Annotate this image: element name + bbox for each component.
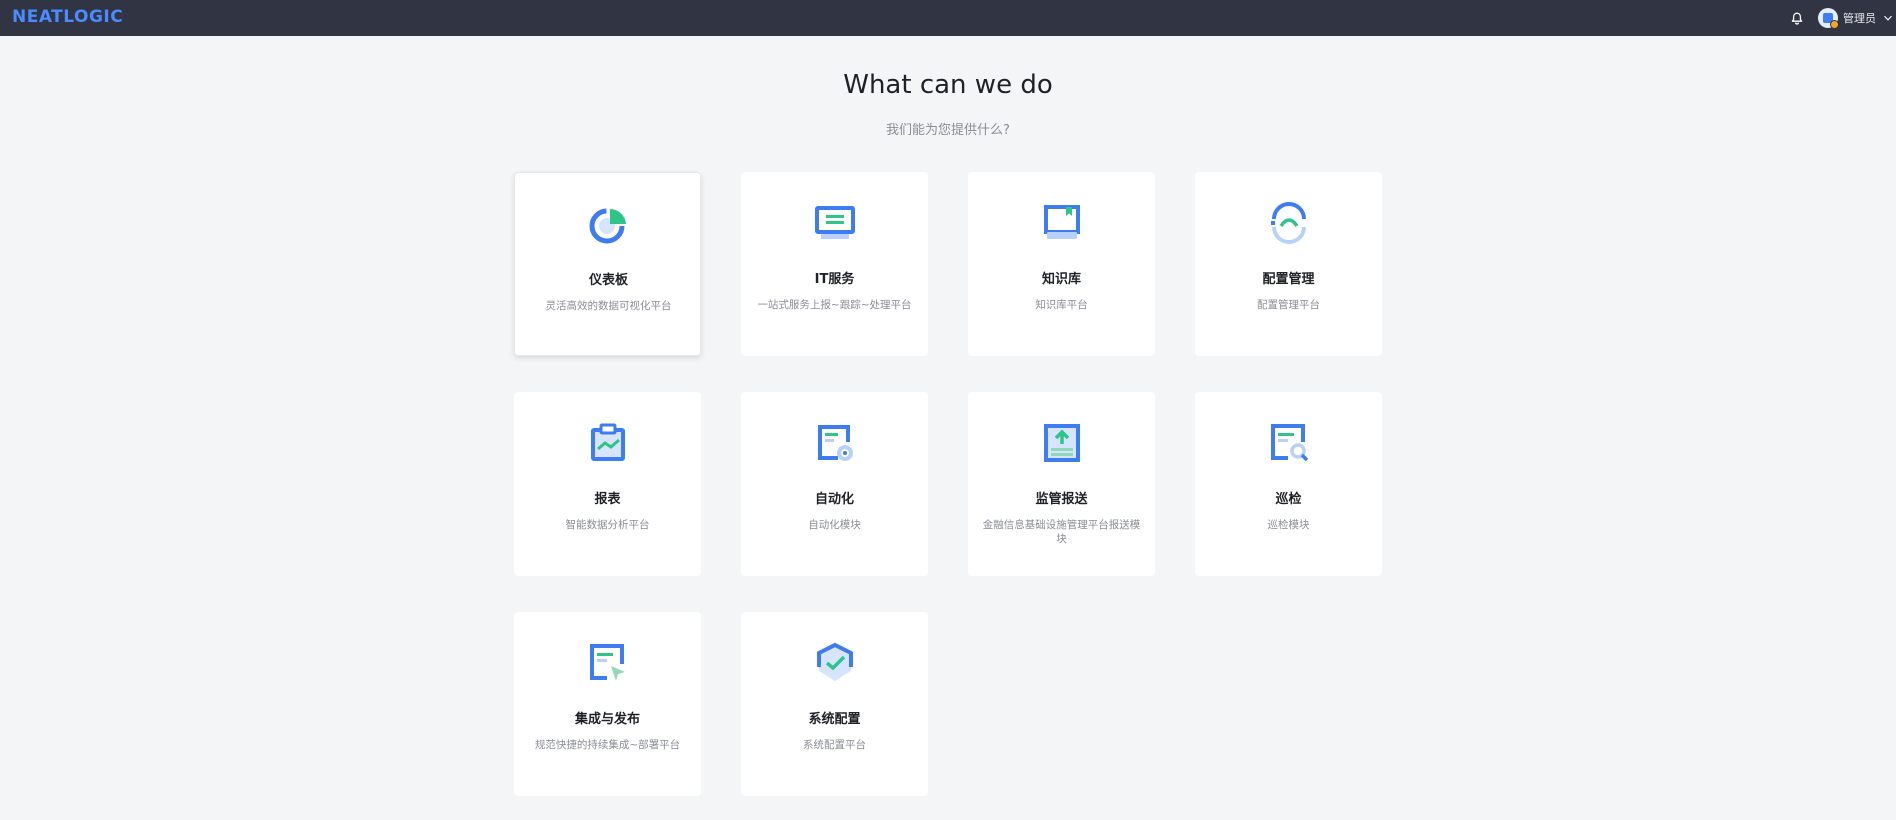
cmdb-icon	[1271, 202, 1306, 244]
inspection-icon	[1271, 424, 1309, 462]
module-desc: 金融信息基础设施管理平台报送模块	[982, 519, 1141, 545]
module-card-cmdb[interactable]: 配置管理 配置管理平台	[1195, 172, 1382, 356]
module-name: 报表	[594, 492, 621, 507]
module-desc: 灵活高效的数据可视化平台	[545, 300, 672, 312]
module-desc: 智能数据分析平台	[565, 519, 650, 531]
module-name: 配置管理	[1262, 272, 1315, 287]
it-service-icon	[815, 206, 855, 239]
module-desc: 系统配置平台	[803, 739, 866, 751]
module-card-it-service[interactable]: IT服务 一站式服务上报~跟踪~处理平台	[741, 172, 928, 356]
module-card-knowledge-base[interactable]: 知识库 知识库平台	[968, 172, 1155, 356]
page-title: What can we do	[843, 70, 1053, 100]
module-desc: 巡检模块	[1267, 519, 1310, 531]
module-name: 自动化	[814, 492, 854, 507]
module-name: 知识库	[1041, 272, 1081, 287]
module-card-ci-cd[interactable]: 集成与发布 规范快捷的持续集成~部署平台	[514, 612, 701, 796]
module-name: 巡检	[1275, 492, 1302, 507]
module-card-inspection[interactable]: 巡检 巡检模块	[1195, 392, 1382, 576]
module-card-regulatory-report[interactable]: 监管报送 金融信息基础设施管理平台报送模块	[968, 392, 1155, 576]
status-dot	[1830, 20, 1839, 29]
app-logo[interactable]: NEATLOGIC	[12, 7, 123, 27]
module-name: IT服务	[814, 272, 855, 287]
module-card-system-config[interactable]: 系统配置 系统配置平台	[741, 612, 928, 796]
module-name: 仪表板	[588, 273, 628, 288]
report-icon	[591, 423, 625, 461]
module-name: 监管报送	[1035, 492, 1088, 507]
module-desc: 自动化模块	[808, 519, 861, 531]
module-card-automation[interactable]: 自动化 自动化模块	[741, 392, 928, 576]
module-desc: 规范快捷的持续集成~部署平台	[534, 739, 681, 751]
system-config-icon	[817, 642, 853, 681]
user-name[interactable]: 管理员	[1843, 10, 1876, 26]
module-desc: 一站式服务上报~跟踪~处理平台	[757, 299, 912, 311]
user-menu[interactable]: 管理员	[1818, 7, 1893, 29]
chevron-down-icon[interactable]	[1883, 13, 1893, 23]
page-subtitle: 我们能为您提供什么?	[886, 123, 1010, 138]
top-bar: NEATLOGIC 管理员	[0, 0, 1896, 36]
module-name: 集成与发布	[574, 712, 640, 727]
module-desc: 知识库平台	[1035, 299, 1088, 311]
notification-bell-icon[interactable]	[1787, 8, 1807, 28]
knowledge-base-icon	[1044, 205, 1080, 239]
module-name: 系统配置	[808, 712, 861, 727]
ci-cd-icon	[590, 644, 625, 681]
module-desc: 配置管理平台	[1257, 299, 1320, 311]
user-avatar[interactable]	[1818, 8, 1839, 29]
module-card-report[interactable]: 报表 智能数据分析平台	[514, 392, 701, 576]
module-card-dashboard[interactable]: 仪表板 灵活高效的数据可视化平台	[514, 172, 701, 356]
automation-icon	[818, 425, 853, 461]
regulatory-report-icon	[1044, 424, 1080, 462]
dashboard-icon	[589, 208, 626, 244]
